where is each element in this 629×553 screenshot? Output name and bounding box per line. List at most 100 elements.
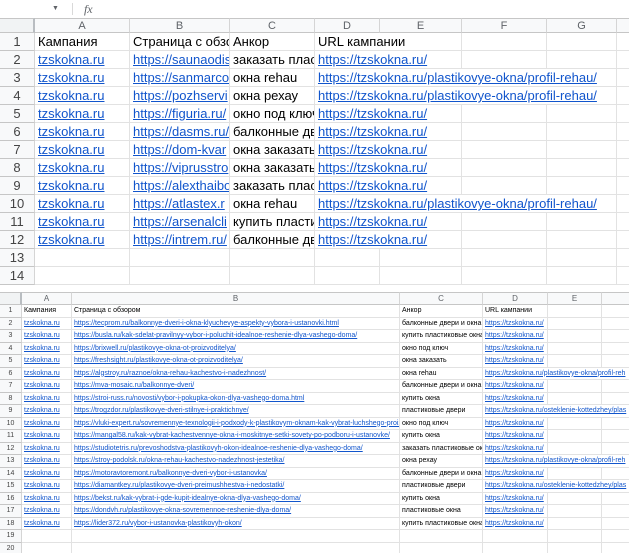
cell-page-link[interactable]: https://stroi-russ.ru/novosti/vybor-i-po…: [72, 393, 400, 406]
column-header-A[interactable]: A: [35, 18, 130, 33]
cell-anchor[interactable]: окна заказать: [230, 141, 315, 159]
cell-empty[interactable]: [548, 505, 602, 518]
cell-empty[interactable]: [617, 87, 629, 105]
cell-empty[interactable]: [547, 159, 617, 177]
cell-url[interactable]: https://tzskokna.ru/: [483, 380, 548, 393]
cell-header-b[interactable]: Страница с обзором: [72, 305, 400, 318]
cell-empty[interactable]: [617, 33, 629, 51]
cell-empty[interactable]: [462, 51, 547, 69]
cell-url[interactable]: https://tzskokna.ru/: [483, 418, 548, 431]
cell-anchor[interactable]: окна рехау: [230, 87, 315, 105]
cell-empty[interactable]: [548, 530, 602, 543]
cell-url[interactable]: https://tzskokna.ru/: [315, 51, 462, 69]
cell-empty[interactable]: [602, 355, 629, 368]
cell-empty[interactable]: [548, 543, 602, 553]
row-number[interactable]: 20: [0, 543, 22, 553]
cell-empty[interactable]: [617, 267, 629, 285]
cell-empty[interactable]: [548, 305, 602, 318]
row-number[interactable]: 5: [0, 105, 35, 123]
cell-empty[interactable]: [35, 249, 130, 267]
cell-empty[interactable]: [548, 418, 602, 431]
cell-campaign[interactable]: tzskokna.ru: [22, 343, 72, 356]
cell-url[interactable]: https://tzskokna.ru/: [483, 443, 548, 456]
cell-empty[interactable]: [602, 318, 629, 331]
row-number[interactable]: 2: [0, 318, 22, 331]
cell-empty[interactable]: [617, 249, 629, 267]
cell-page-link[interactable]: https://atlastex.r: [130, 195, 230, 213]
cell-page-link[interactable]: https://brixwell.ru/plastikovye-okna-ot-…: [72, 343, 400, 356]
row-number[interactable]: 10: [0, 418, 22, 431]
cell-url[interactable]: https://tzskokna.ru/plastikovye-okna/pro…: [315, 69, 617, 87]
cell-empty[interactable]: [602, 468, 629, 481]
cell-anchor[interactable]: купить окна: [400, 493, 483, 506]
column-header-D[interactable]: D: [315, 18, 380, 33]
cell-url[interactable]: https://tzskokna.ru/: [483, 430, 548, 443]
cell-campaign[interactable]: tzskokna.ru: [22, 455, 72, 468]
cell-empty[interactable]: [547, 123, 617, 141]
row-number[interactable]: 6: [0, 368, 22, 381]
cell-empty[interactable]: [462, 231, 547, 249]
cell-campaign[interactable]: tzskokna.ru: [22, 418, 72, 431]
cell-campaign[interactable]: tzskokna.ru: [35, 195, 130, 213]
cell-campaign[interactable]: tzskokna.ru: [35, 105, 130, 123]
cell-empty[interactable]: [602, 330, 629, 343]
cell-page-link[interactable]: https://studiotetris.ru/prevoshodstva-pl…: [72, 443, 400, 456]
row-number[interactable]: 9: [0, 405, 22, 418]
cell-empty[interactable]: [462, 123, 547, 141]
cell-campaign[interactable]: tzskokna.ru: [22, 380, 72, 393]
cell-empty[interactable]: [548, 430, 602, 443]
cell-campaign[interactable]: tzskokna.ru: [22, 505, 72, 518]
cell-empty[interactable]: [130, 267, 230, 285]
cell-campaign[interactable]: tzskokna.ru: [35, 123, 130, 141]
cell-empty[interactable]: [617, 141, 629, 159]
column-header-blank[interactable]: [602, 292, 629, 305]
cell-anchor[interactable]: пластиковые двери: [400, 480, 483, 493]
cell-anchor[interactable]: окна заказать: [230, 159, 315, 177]
cell-page-link[interactable]: https://trogzdor.ru/plastikovye-dveri-st…: [72, 405, 400, 418]
row-number[interactable]: 11: [0, 430, 22, 443]
cell-empty[interactable]: [617, 69, 629, 87]
cell-campaign[interactable]: tzskokna.ru: [22, 393, 72, 406]
cell-empty[interactable]: [462, 105, 547, 123]
cell-page-link[interactable]: https://mva-mosaic.ru/balkonnye-dveri/: [72, 380, 400, 393]
cell-campaign[interactable]: tzskokna.ru: [22, 430, 72, 443]
cell-anchor[interactable]: купить окна: [400, 393, 483, 406]
row-number[interactable]: 15: [0, 480, 22, 493]
cell-empty[interactable]: [602, 305, 629, 318]
cell-empty[interactable]: [22, 530, 72, 543]
cell-anchor[interactable]: окно под ключ: [400, 343, 483, 356]
cell-anchor[interactable]: заказать пластиковые окна: [230, 51, 315, 69]
column-header-C[interactable]: C: [230, 18, 315, 33]
cell-empty[interactable]: [602, 505, 629, 518]
cell-url[interactable]: https://tzskokna.ru/: [483, 330, 548, 343]
cell-page-link[interactable]: https://dasms.ru/: [130, 123, 230, 141]
cell-url[interactable]: https://tzskokna.ru/osteklenie-kottedzhe…: [483, 480, 629, 493]
cell-url[interactable]: https://tzskokna.ru/: [315, 123, 462, 141]
cell-campaign[interactable]: tzskokna.ru: [22, 493, 72, 506]
cell-url[interactable]: https://tzskokna.ru/plastikovye-okna/pro…: [483, 368, 629, 381]
row-number[interactable]: 14: [0, 267, 35, 285]
cell-header-d[interactable]: URL кампании: [315, 33, 462, 51]
cell-empty[interactable]: [617, 231, 629, 249]
cell-empty[interactable]: [230, 249, 315, 267]
row-number[interactable]: 19: [0, 530, 22, 543]
row-number[interactable]: 6: [0, 123, 35, 141]
row-number[interactable]: 3: [0, 330, 22, 343]
column-header-B[interactable]: B: [130, 18, 230, 33]
cell-empty[interactable]: [602, 430, 629, 443]
cell-empty[interactable]: [315, 249, 380, 267]
column-header-B[interactable]: B: [72, 292, 400, 305]
select-all-corner[interactable]: [0, 292, 22, 305]
cell-anchor[interactable]: балконные двери и окна: [400, 380, 483, 393]
cell-empty[interactable]: [547, 231, 617, 249]
cell-empty[interactable]: [617, 177, 629, 195]
cell-url[interactable]: https://tzskokna.ru/plastikovye-okna/pro…: [315, 87, 617, 105]
cell-page-link[interactable]: https://motoravtoremont.ru/balkonnye-dve…: [72, 468, 400, 481]
cell-header-a[interactable]: Кампания: [35, 33, 130, 51]
cell-header-a[interactable]: Кампания: [22, 305, 72, 318]
cell-anchor[interactable]: окна рехау: [400, 455, 483, 468]
cell-page-link[interactable]: https://bekst.ru/kak-vybrat-i-gde-kupit-…: [72, 493, 400, 506]
cell-page-link[interactable]: https://figuria.ru/: [130, 105, 230, 123]
cell-empty[interactable]: [462, 159, 547, 177]
cell-anchor[interactable]: купить пластиковые окна: [400, 518, 483, 531]
